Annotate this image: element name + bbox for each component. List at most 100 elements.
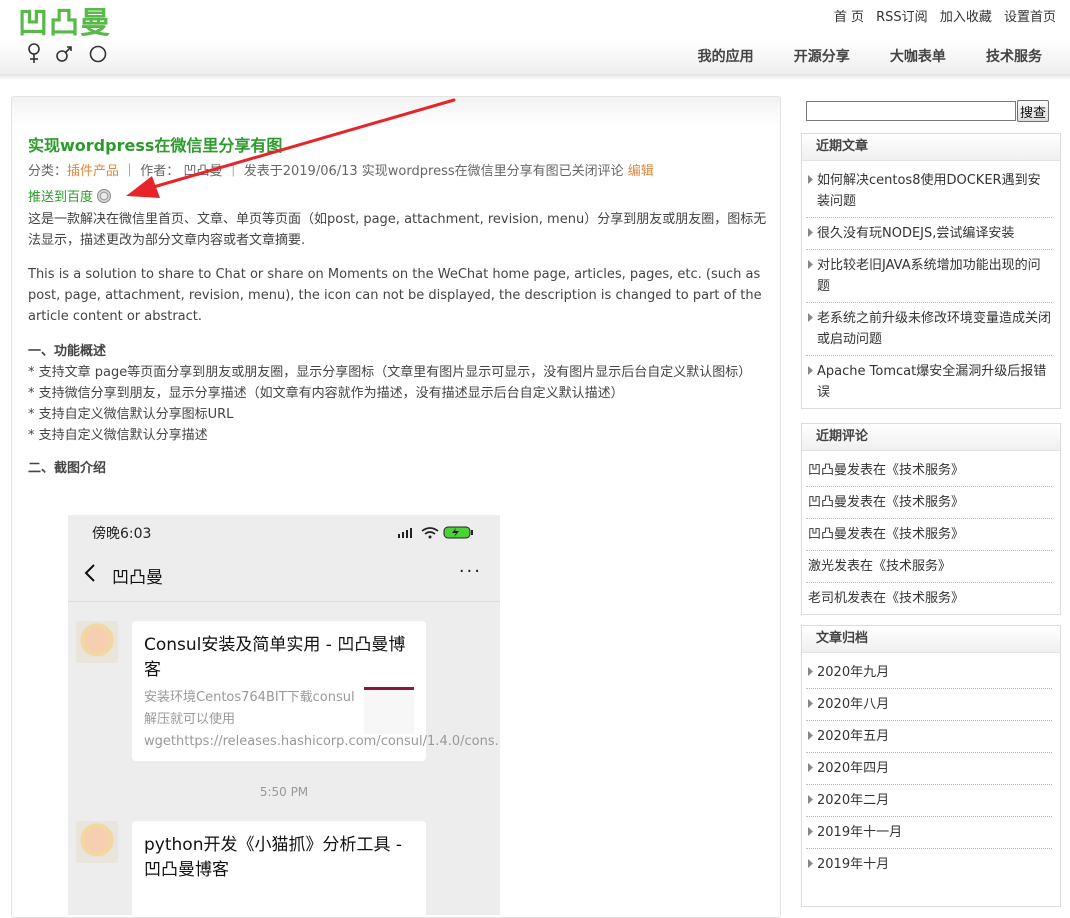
archive-link[interactable]: 2020年五月 [806, 721, 1052, 753]
intro-en: This is a solution to share to Chat or s… [28, 267, 762, 324]
archive-link[interactable]: 2019年十月 [806, 849, 1052, 880]
search-button[interactable]: 搜查 [1017, 100, 1049, 122]
widget-archives: 文章归档 2020年九月 2020年八月 2020年五月 2020年四月 202… [801, 625, 1061, 907]
nav-open-source[interactable]: 开源分享 [794, 46, 850, 66]
archive-label: 2020年九月 [817, 665, 890, 680]
bullet-arrow-icon [808, 313, 813, 322]
widget-title: 近期评论 [802, 424, 1060, 451]
bullet-arrow-icon [808, 699, 813, 708]
recent-post-title: 如何解决centos8使用DOCKER遇到安装问题 [817, 173, 1041, 209]
meta-edit-link[interactable]: 编辑 [628, 164, 654, 179]
nav-my-apps[interactable]: 我的应用 [698, 46, 754, 66]
gender-symbols-icon [28, 43, 107, 63]
feature-item: * 支持自定义微信默认分享图标URL [28, 407, 234, 422]
bullet-arrow-icon [808, 731, 813, 740]
phone-divider [68, 601, 500, 602]
avatar [76, 621, 118, 663]
post-content: 实现wordpress在微信里分享有图 分类：插件产品 ｜ 作者： 凹凸曼 ｜ … [28, 135, 768, 479]
search-input[interactable] [806, 101, 1016, 121]
site-logo[interactable]: 凹凸曼 [18, 6, 128, 63]
header-shadow [0, 74, 1070, 80]
section-features-title: 一、功能概述 [28, 344, 107, 359]
recent-comment-link[interactable]: 凹凸曼发表在《技术服务》 [806, 487, 1052, 519]
post-meta: 分类：插件产品 ｜ 作者： 凹凸曼 ｜ 发表于2019/06/13 实现word… [28, 163, 768, 181]
widget-recent-comments: 近期评论 凹凸曼发表在《技术服务》 凹凸曼发表在《技术服务》 凹凸曼发表在《技术… [801, 423, 1061, 615]
chat-timestamp: 5:50 PM [259, 785, 309, 799]
bullet-arrow-icon [808, 763, 813, 772]
recent-post-title: 很久没有玩NODEJS,尝试编译安装 [817, 226, 1015, 241]
widget-title: 文章归档 [802, 626, 1060, 653]
recent-comment-link[interactable]: 激光发表在《技术服务》 [806, 551, 1052, 583]
archive-link[interactable]: 2020年二月 [806, 785, 1052, 817]
archive-link[interactable]: 2019年十一月 [806, 817, 1052, 849]
archives-list: 2020年九月 2020年八月 2020年五月 2020年四月 2020年二月 … [802, 653, 1060, 880]
meta-date-info: ｜ 发表于2019/06/13 实现wordpress在微信里分享有图已关闭评论 [226, 164, 624, 179]
archive-link[interactable]: 2020年八月 [806, 689, 1052, 721]
bullet-arrow-icon [808, 175, 813, 184]
recent-post-link[interactable]: 如何解决centos8使用DOCKER遇到安装问题 [806, 165, 1052, 218]
card-description: 安装环境Centos764BIT下载consul解压就可以使用wgethttps… [144, 690, 500, 749]
baidu-push[interactable]: 推送到百度 [28, 189, 768, 207]
more-icon: ··· [458, 561, 482, 582]
wechat-screenshot: 傍晚6:03 凹凸曼 ··· Consul安装及简单实用 - 凹凸曼博客 安装环… [68, 515, 500, 915]
recent-post-link[interactable]: 对比较老旧JAVA系统增加功能出现的问题 [806, 250, 1052, 303]
recent-comments-list: 凹凸曼发表在《技术服务》 凹凸曼发表在《技术服务》 凹凸曼发表在《技术服务》 激… [802, 451, 1060, 614]
recent-comment-link[interactable]: 老司机发表在《技术服务》 [806, 583, 1052, 614]
status-bar-icons [398, 526, 473, 539]
recent-comment-link[interactable]: 凹凸曼发表在《技术服务》 [806, 455, 1052, 487]
phone-status-time: 傍晚6:03 [92, 526, 152, 542]
nav-tech-services[interactable]: 技术服务 [986, 46, 1042, 66]
archive-label: 2020年四月 [817, 761, 890, 776]
recent-post-link[interactable]: 很久没有玩NODEJS,尝试编译安装 [806, 218, 1052, 250]
recent-posts-list: 如何解决centos8使用DOCKER遇到安装问题 很久没有玩NODEJS,尝试… [802, 161, 1060, 408]
recent-post-title: 对比较老旧JAVA系统增加功能出现的问题 [817, 258, 1041, 294]
archive-link[interactable]: 2020年四月 [806, 753, 1052, 785]
feature-item: * 支持文章 page等页面分享到朋友或朋友圈，显示分享图标（文章里有图片显示可… [28, 365, 752, 380]
bullet-arrow-icon [808, 260, 813, 269]
top-link-home[interactable]: 首 页 [834, 6, 864, 25]
recent-post-title: 老系统之前升级未修改环境变量造成关闭或启动问题 [817, 311, 1052, 347]
recent-post-link[interactable]: 老系统之前升级未修改环境变量造成关闭或启动问题 [806, 303, 1052, 356]
archive-link[interactable]: 2020年九月 [806, 657, 1052, 689]
nav-forms[interactable]: 大咖表单 [890, 46, 946, 66]
meta-category-link[interactable]: 插件产品 [67, 164, 119, 179]
archive-label: 2020年二月 [817, 793, 890, 808]
archive-label: 2019年十一月 [817, 825, 903, 840]
recent-comment-link[interactable]: 凹凸曼发表在《技术服务》 [806, 519, 1052, 551]
top-link-set-homepage[interactable]: 设置首页 [1004, 6, 1056, 25]
recent-post-link[interactable]: Apache Tomcat爆安全漏洞升级后报错误 [806, 356, 1052, 408]
bullet-arrow-icon [808, 827, 813, 836]
site-header: 凹凸曼 首 页 RSS订阅 加入收藏 设置首页 我的应用 开源分享 大咖表单 技… [0, 0, 1070, 75]
bullet-arrow-icon [808, 228, 813, 237]
archive-label: 2019年十月 [817, 857, 890, 872]
card-title: Consul安装及简单实用 - 凹凸曼博客 [144, 635, 406, 680]
meta-author[interactable]: 凹凸曼 [183, 164, 222, 179]
archive-label: 2020年八月 [817, 697, 890, 712]
top-link-rss[interactable]: RSS订阅 [876, 6, 928, 25]
widget-recent-posts: 近期文章 如何解决centos8使用DOCKER遇到安装问题 很久没有玩NODE… [801, 133, 1061, 409]
post-title[interactable]: 实现wordpress在微信里分享有图 [28, 135, 768, 157]
main-nav: 我的应用 开源分享 大咖表单 技术服务 [662, 46, 1042, 66]
bullet-arrow-icon [808, 366, 813, 375]
baidu-status-icon [97, 189, 112, 203]
top-links: 首 页 RSS订阅 加入收藏 设置首页 [826, 6, 1056, 25]
section-screenshots-title: 二、截图介绍 [28, 461, 107, 476]
feature-item: * 支持微信分享到朋友，显示分享描述（如文章有内容就作为描述，没有描述显示后台自… [28, 386, 624, 401]
top-link-favorite[interactable]: 加入收藏 [940, 6, 992, 25]
intro-cn: 这是一款解决在微信里首页、文章、单页等页面（如post, page, attac… [28, 212, 767, 248]
widget-title: 近期文章 [802, 134, 1060, 161]
recent-post-title: Apache Tomcat爆安全漏洞升级后报错误 [817, 364, 1047, 400]
chat-title: 凹凸曼 [112, 568, 163, 588]
bullet-arrow-icon [808, 667, 813, 676]
archive-label: 2020年五月 [817, 729, 890, 744]
share-card: Consul安装及简单实用 - 凹凸曼博客 安装环境Centos764BIT下载… [132, 621, 500, 761]
post-article: 实现wordpress在微信里分享有图 分类：插件产品 ｜ 作者： 凹凸曼 ｜ … [11, 96, 781, 918]
bullet-arrow-icon [808, 859, 813, 868]
card-title: python开发《小猫抓》分析工具 - 凹凸曼博客 [144, 835, 403, 880]
share-card: python开发《小猫抓》分析工具 - 凹凸曼博客 [132, 821, 426, 915]
meta-category-label: 分类： [28, 164, 68, 179]
feature-item: * 支持自定义微信默认分享描述 [28, 428, 208, 443]
logo-text: 凹凸曼 [18, 6, 111, 41]
back-arrow-icon [84, 564, 95, 582]
bullet-arrow-icon [808, 795, 813, 804]
